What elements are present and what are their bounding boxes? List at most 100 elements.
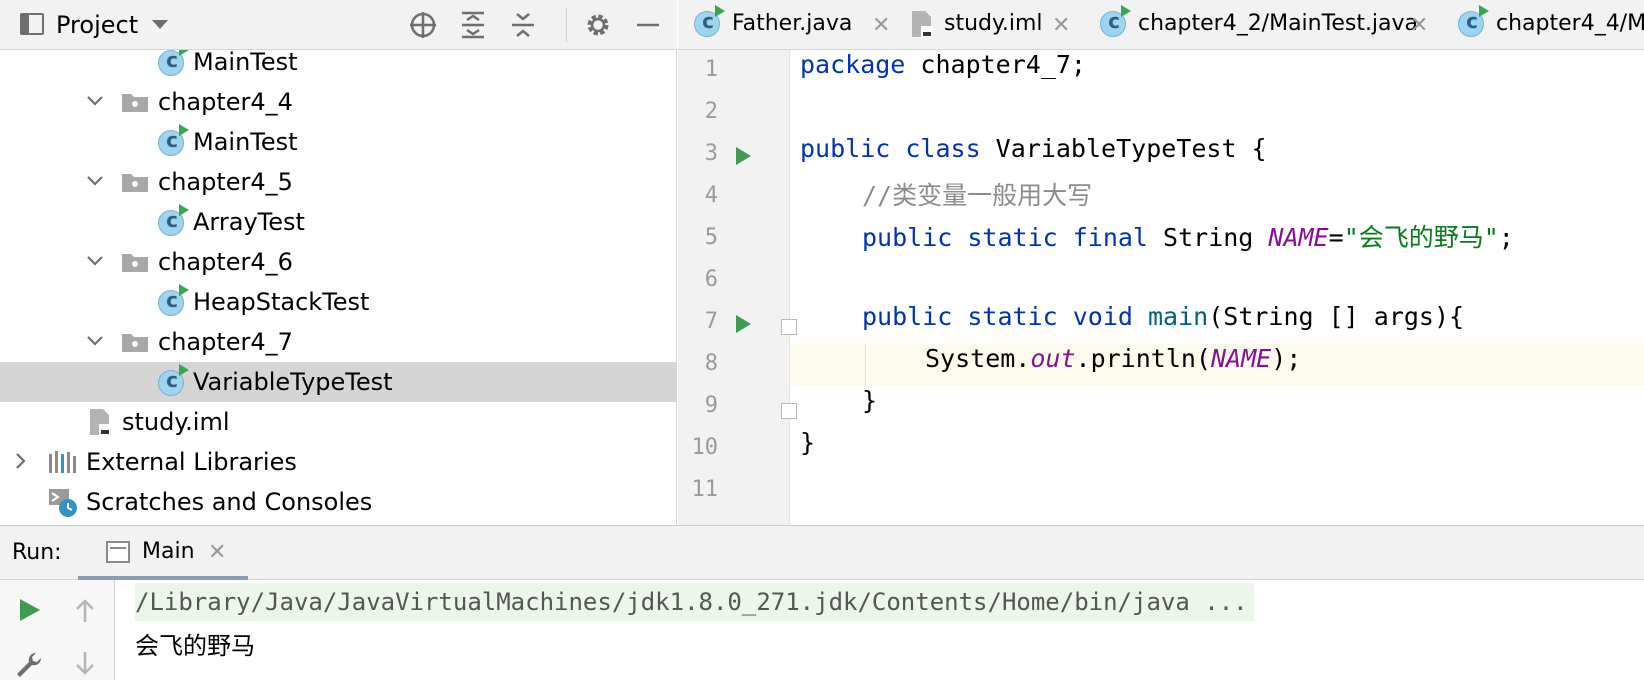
code-line-8-current: System.out.println(NAME); bbox=[790, 344, 1644, 386]
editor-gutter: 1 2 3 4 5 6 7 8 9 10 11 bbox=[678, 50, 797, 525]
tree-item-variabletypetest[interactable]: VariableTypeTest bbox=[0, 362, 677, 402]
class-icon bbox=[158, 284, 189, 316]
code-text: ); bbox=[1271, 344, 1302, 373]
chevron-down-icon[interactable] bbox=[152, 20, 168, 29]
console-icon bbox=[106, 541, 130, 563]
run-panel-header: Run: Main ✕ bbox=[0, 526, 1644, 580]
tree-item-external-libraries[interactable]: External Libraries bbox=[0, 442, 677, 482]
tree-item-label: study.iml bbox=[122, 408, 230, 436]
line-number: 7 bbox=[704, 309, 718, 334]
collapse-all-icon[interactable] bbox=[508, 10, 538, 40]
code-text: System. bbox=[925, 344, 1031, 373]
indent-guide bbox=[865, 344, 866, 386]
tree-item-label: chapter4_6 bbox=[158, 248, 293, 276]
run-class-icon[interactable] bbox=[736, 147, 751, 165]
line-number: 3 bbox=[704, 141, 718, 166]
class-icon bbox=[1100, 5, 1131, 37]
scroll-up-icon[interactable] bbox=[72, 598, 98, 624]
locate-file-icon[interactable] bbox=[408, 10, 438, 40]
code-static-field: NAME bbox=[1210, 344, 1272, 373]
run-toolbar bbox=[0, 580, 115, 680]
line-number: 4 bbox=[704, 183, 718, 208]
code-keyword: package bbox=[800, 50, 906, 79]
package-folder-icon bbox=[122, 334, 148, 352]
gear-icon[interactable] bbox=[583, 10, 613, 40]
tree-item-label: MainTest bbox=[193, 50, 298, 76]
code-text: chapter4_7; bbox=[905, 50, 1086, 79]
tree-item-chapter4-5[interactable]: chapter4_5 bbox=[0, 162, 677, 202]
tab-chapter4-4-maintest[interactable]: chapter4_4/Ma bbox=[1458, 0, 1644, 49]
chevron-down-icon[interactable] bbox=[84, 170, 106, 192]
iml-file-icon bbox=[912, 11, 933, 37]
package-folder-icon bbox=[122, 94, 148, 112]
code-line-1: package chapter4_7; bbox=[790, 50, 1644, 92]
code-comment: //类变量一般用大写 bbox=[862, 181, 1093, 210]
package-folder-icon bbox=[122, 254, 148, 272]
class-icon bbox=[158, 124, 189, 156]
chevron-down-icon[interactable] bbox=[84, 250, 106, 272]
header-divider bbox=[566, 8, 567, 42]
tab-study-iml[interactable]: study.iml ✕ bbox=[910, 0, 1080, 49]
chevron-right-icon[interactable] bbox=[10, 450, 32, 472]
line-number: 2 bbox=[704, 99, 718, 124]
tree-item-arraytest[interactable]: ArrayTest bbox=[0, 202, 677, 242]
line-number: 6 bbox=[704, 267, 718, 292]
wrench-icon[interactable] bbox=[14, 650, 44, 680]
chevron-down-icon[interactable] bbox=[84, 90, 106, 112]
tree-item-label: HeapStackTest bbox=[193, 288, 370, 316]
tree-item-maintest-chapter4-4[interactable]: MainTest bbox=[0, 122, 677, 162]
tree-item-chapter4-7[interactable]: chapter4_7 bbox=[0, 322, 677, 362]
class-icon bbox=[158, 50, 189, 76]
tab-label: study.iml bbox=[944, 11, 1043, 36]
tree-item-label: ArrayTest bbox=[193, 208, 305, 236]
tree-item-label: MainTest bbox=[193, 128, 298, 156]
close-icon[interactable]: ✕ bbox=[1410, 13, 1428, 38]
code-text: String bbox=[1147, 223, 1269, 252]
tab-father-java[interactable]: Father.java ✕ bbox=[694, 0, 890, 49]
code-method-name: main bbox=[1148, 302, 1209, 331]
chevron-down-icon[interactable] bbox=[84, 330, 106, 352]
tree-item-label: VariableTypeTest bbox=[193, 368, 393, 396]
run-main-icon[interactable] bbox=[736, 315, 751, 333]
console-output-line: 会飞的野马 bbox=[135, 632, 255, 660]
tree-item-scratches-and-consoles[interactable]: Scratches and Consoles bbox=[0, 482, 677, 522]
code-area[interactable]: package chapter4_7; public class Variabl… bbox=[790, 50, 1644, 525]
tab-chapter4-2-maintest[interactable]: chapter4_2/MainTest.java ✕ bbox=[1100, 0, 1440, 49]
tree-item-study-iml[interactable]: study.iml bbox=[0, 402, 677, 442]
scratches-icon bbox=[49, 489, 77, 517]
rerun-icon[interactable] bbox=[16, 596, 44, 624]
code-line-4: //类变量一般用大写 bbox=[790, 176, 1644, 218]
tree-item-maintest-chapter4-3[interactable]: MainTest bbox=[0, 50, 677, 82]
scroll-down-icon[interactable] bbox=[72, 650, 98, 676]
code-line-7: public static void main(String [] args){ bbox=[790, 302, 1644, 344]
class-icon bbox=[158, 364, 189, 396]
code-text: = bbox=[1328, 223, 1344, 252]
tab-label: chapter4_4/Ma bbox=[1496, 11, 1644, 36]
project-panel-title[interactable]: Project bbox=[56, 11, 138, 39]
project-view-icon[interactable] bbox=[20, 13, 44, 35]
tree-item-heapstacktest[interactable]: HeapStackTest bbox=[0, 282, 677, 322]
tree-item-chapter4-4[interactable]: chapter4_4 bbox=[0, 82, 677, 122]
close-icon[interactable]: ✕ bbox=[872, 13, 890, 38]
run-panel: Run: Main ✕ /Library/Java/JavaVirtualMac… bbox=[0, 525, 1644, 680]
line-number: 5 bbox=[704, 225, 718, 250]
expand-all-icon[interactable] bbox=[458, 10, 488, 40]
tab-label: chapter4_2/MainTest.java bbox=[1138, 11, 1419, 36]
tab-label: Father.java bbox=[732, 11, 853, 36]
tree-item-label: chapter4_7 bbox=[158, 328, 293, 356]
minimize-icon[interactable] bbox=[633, 10, 663, 40]
iml-file-icon bbox=[90, 409, 111, 435]
code-string: "会飞的野马" bbox=[1343, 223, 1499, 252]
console-output[interactable]: /Library/Java/JavaVirtualMachines/jdk1.8… bbox=[115, 580, 1644, 680]
tree-item-chapter4-6[interactable]: chapter4_6 bbox=[0, 242, 677, 282]
code-text: } bbox=[862, 386, 878, 415]
tree-item-label: chapter4_4 bbox=[158, 88, 293, 116]
code-keyword: public static final bbox=[862, 223, 1148, 252]
line-number: 10 bbox=[691, 435, 719, 460]
code-text: .println( bbox=[1075, 344, 1211, 373]
close-icon[interactable]: ✕ bbox=[208, 540, 226, 565]
run-tab-main[interactable]: Main ✕ bbox=[78, 526, 248, 580]
close-icon[interactable]: ✕ bbox=[1052, 13, 1070, 38]
code-text: (String [] args){ bbox=[1208, 302, 1465, 331]
line-number: 9 bbox=[704, 393, 718, 418]
